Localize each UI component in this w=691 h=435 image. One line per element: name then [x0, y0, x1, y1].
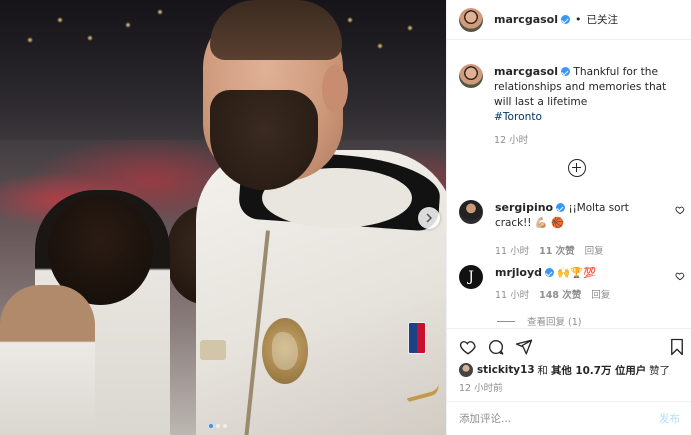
likes-others-count[interactable]: 其他 10.7万 位用户 [551, 362, 646, 377]
caption-avatar[interactable] [459, 64, 483, 88]
comment-username[interactable]: mrjloyd [495, 266, 542, 279]
comment-item: sergipino ¡¡Molta sort crack!! 💪🏼 🏀 11 小… [459, 200, 691, 259]
likes-connector: 和 [537, 365, 548, 377]
caption-text-block: marcgasol Thankful for the relationships… [494, 64, 684, 148]
carousel-dot-active [209, 424, 213, 428]
comment-body: mrjloyd 🙌🏆💯 11 小时 148 次赞 回复 [495, 265, 665, 303]
post-timestamp[interactable]: 12 小时前 [459, 380, 503, 394]
chevron-right-icon [426, 213, 433, 223]
bookmark-icon[interactable] [668, 338, 686, 356]
comment-item: J mrjloyd 🙌🏆💯 11 小时 148 次赞 回复 [459, 265, 691, 303]
comment-likes[interactable]: 148 次赞 [539, 288, 581, 303]
comment-reply-button[interactable]: 回复 [591, 288, 610, 303]
likes-suffix: 赞了 [649, 365, 670, 377]
liker-username[interactable]: stickity13 [477, 364, 535, 376]
comment-meta: 11 小时 148 次赞 回复 [495, 288, 665, 303]
instagram-post-view: marcgasol • 已关注 marcgasol Thankful for t… [0, 0, 691, 435]
post-photo[interactable] [0, 0, 446, 435]
comment-meta: 11 小时 11 次赞 回复 [495, 244, 665, 259]
view-replies-label: 查看回复 (1) [527, 317, 582, 328]
comment-icon[interactable] [487, 338, 505, 356]
verified-badge-icon [556, 203, 566, 212]
photo-main-player-ear [322, 65, 348, 113]
author-avatar[interactable] [459, 7, 483, 32]
post-action-bar [447, 328, 691, 364]
carousel-dot [216, 424, 220, 428]
follow-status-button[interactable]: 已关注 [587, 12, 619, 27]
share-icon[interactable] [515, 338, 533, 356]
verified-badge-icon [561, 67, 571, 76]
comment-time[interactable]: 11 小时 [495, 244, 529, 259]
post-header: marcgasol • 已关注 [447, 0, 691, 40]
comment-avatar[interactable] [459, 200, 483, 224]
photo-background-player [0, 285, 95, 435]
add-comment-input[interactable] [459, 412, 659, 425]
carousel-dots [209, 424, 227, 428]
caption-time[interactable]: 12 小时 [494, 133, 684, 148]
caption-hashtag[interactable]: #Toronto [494, 111, 542, 123]
caption-username[interactable]: marcgasol [494, 65, 558, 78]
heart-icon[interactable] [459, 338, 477, 356]
publish-button[interactable]: 发布 [659, 411, 680, 426]
post-side-panel: marcgasol • 已关注 marcgasol Thankful for t… [446, 0, 691, 435]
verified-badge-icon [545, 268, 555, 277]
photo-jacket-emblem [200, 340, 226, 360]
comment-username[interactable]: sergipino [495, 201, 553, 214]
next-image-button[interactable] [418, 207, 440, 229]
comment-like-heart-icon[interactable] [675, 205, 685, 215]
view-replies-button[interactable]: 查看回复 (1) [497, 314, 581, 328]
comment-reply-button[interactable]: 回复 [585, 244, 604, 259]
carousel-dot [223, 424, 227, 428]
liker-avatar[interactable] [459, 362, 473, 377]
likes-summary: stickity13 和 其他 10.7万 位用户 赞了 [459, 362, 670, 377]
comment-body: sergipino ¡¡Molta sort crack!! 💪🏼 🏀 11 小… [495, 200, 665, 259]
view-replies-line [497, 320, 515, 322]
raptors-logo [262, 318, 308, 384]
comment-avatar[interactable]: J [459, 265, 483, 289]
verified-badge-icon [561, 15, 571, 24]
post-caption: marcgasol Thankful for the relationships… [459, 64, 684, 148]
nba-logo [408, 322, 426, 354]
comment-time[interactable]: 11 小时 [495, 288, 529, 303]
header-separator: • [575, 13, 582, 26]
comment-likes[interactable]: 11 次赞 [539, 244, 575, 259]
add-comment-bar: 发布 [447, 401, 691, 435]
comment-text: 🙌🏆💯 [557, 267, 597, 279]
photo-main-player-hair [210, 0, 342, 60]
author-username[interactable]: marcgasol [494, 13, 558, 26]
comment-like-heart-icon[interactable] [675, 271, 685, 281]
load-more-comments-button[interactable] [568, 159, 586, 177]
